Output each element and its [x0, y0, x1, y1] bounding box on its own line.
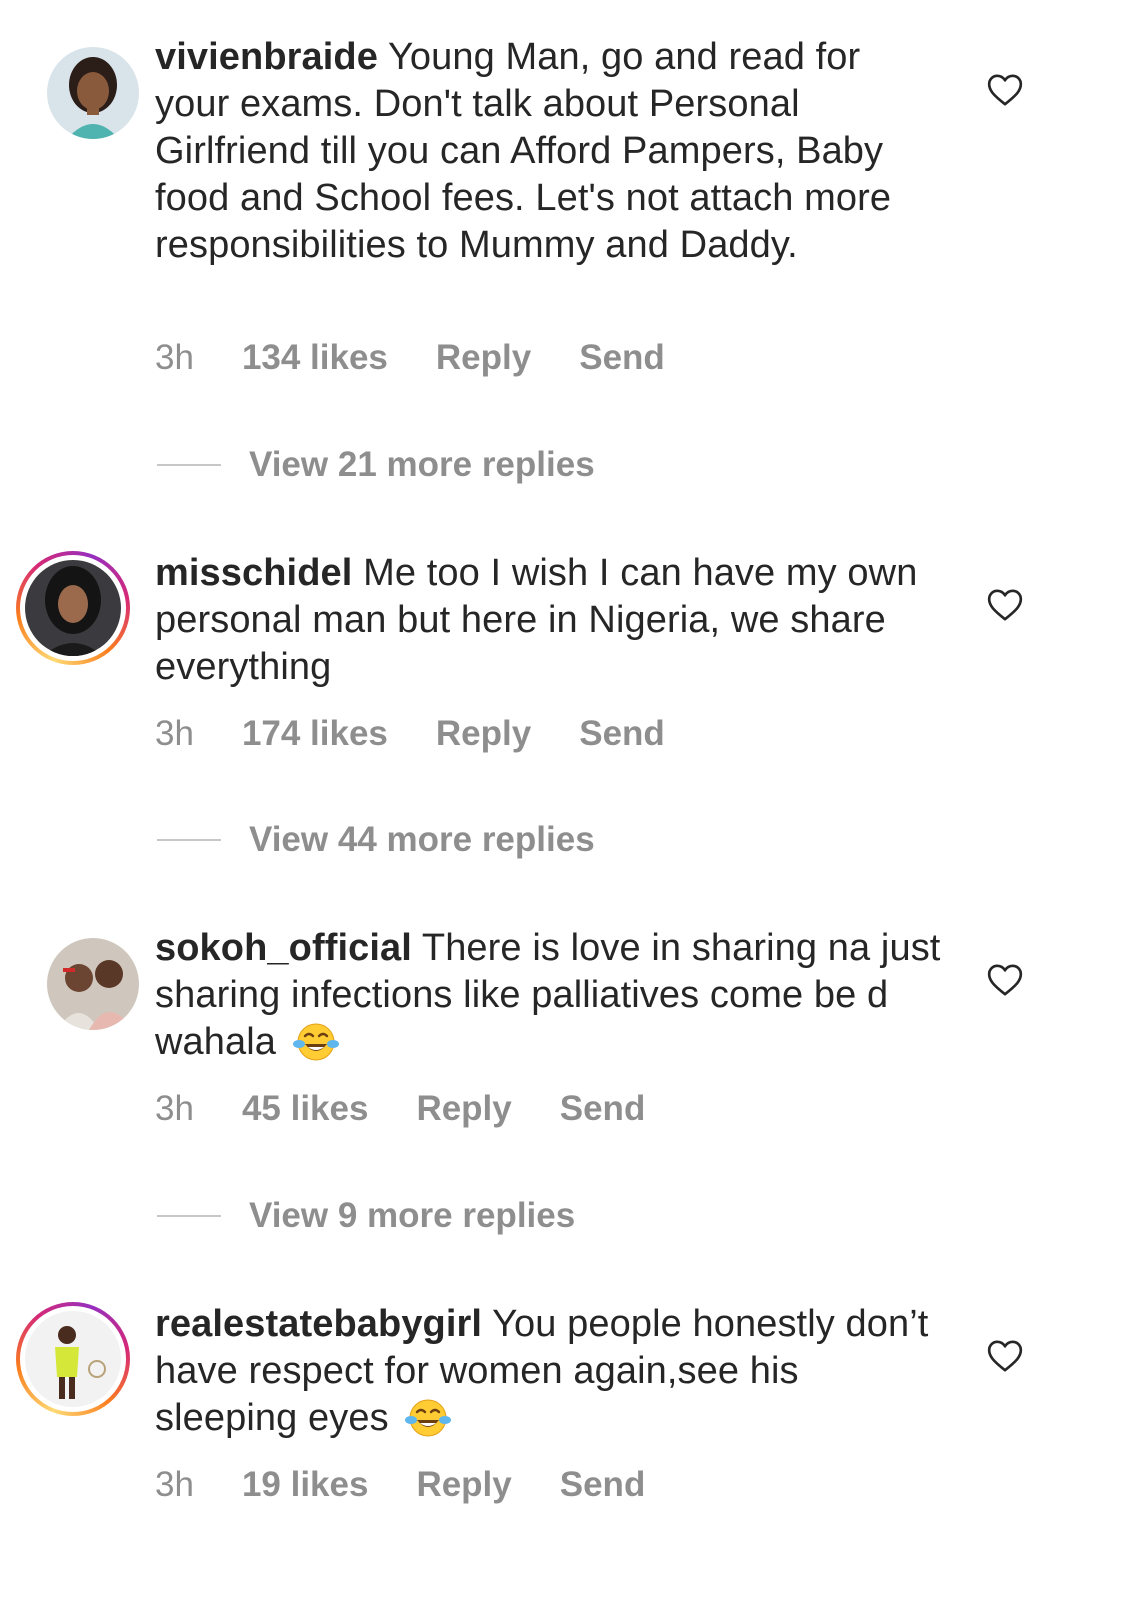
avatar-ring-inner [20, 555, 126, 661]
avatar-image [25, 1311, 121, 1407]
view-more-replies-button[interactable]: View 21 more replies [157, 445, 595, 485]
avatar[interactable] [36, 927, 150, 1041]
comment-username[interactable]: realestatebabygirl [155, 1303, 482, 1345]
likes-count-button[interactable]: 45 likes [242, 1089, 369, 1129]
comment-text: sokoh_official There is love in sharing … [155, 925, 945, 1066]
reply-button[interactable]: Reply [436, 714, 531, 754]
likes-count-button[interactable]: 134 likes [242, 338, 388, 378]
like-heart-icon[interactable] [985, 960, 1025, 1000]
comment-time: 3h [155, 714, 194, 753]
send-button[interactable]: Send [560, 1465, 646, 1505]
replies-divider-line [157, 839, 221, 841]
like-heart-icon[interactable] [985, 1336, 1025, 1376]
avatar-ring-inner [20, 1306, 126, 1412]
comment-text: vivienbraide Young Man, go and read for … [155, 34, 945, 269]
avatar-story-ring[interactable] [16, 551, 130, 665]
comment-meta: 3h 134 likes Reply Send [155, 338, 713, 378]
send-button[interactable]: Send [579, 714, 665, 754]
replies-divider-line [157, 1215, 221, 1217]
send-button[interactable]: Send [560, 1089, 646, 1129]
avatar-image [25, 560, 121, 656]
face-with-tears-of-joy-icon [405, 1399, 452, 1437]
reply-button[interactable]: Reply [416, 1465, 511, 1505]
comment-meta: 3h 19 likes Reply Send [155, 1465, 693, 1505]
reply-button[interactable]: Reply [416, 1089, 511, 1129]
face-with-tears-of-joy-icon [292, 1023, 339, 1061]
like-heart-icon[interactable] [985, 70, 1025, 110]
comment-text: realestatebabygirl You people honestly d… [155, 1301, 945, 1442]
view-more-replies-button[interactable]: View 9 more replies [157, 1196, 575, 1236]
comment-username[interactable]: vivienbraide [155, 36, 378, 78]
replies-divider-line [157, 464, 221, 466]
comment-meta: 3h 45 likes Reply Send [155, 1089, 693, 1129]
avatar-story-ring[interactable] [16, 1302, 130, 1416]
comment-time: 3h [155, 338, 194, 377]
comment-username[interactable]: sokoh_official [155, 927, 412, 969]
comment-time: 3h [155, 1089, 194, 1128]
avatar-image [47, 938, 139, 1030]
likes-count-button[interactable]: 174 likes [242, 714, 388, 754]
avatar-image [47, 47, 139, 139]
comment-username[interactable]: misschidel [155, 552, 352, 594]
reply-button[interactable]: Reply [436, 338, 531, 378]
avatar[interactable] [36, 36, 150, 150]
likes-count-button[interactable]: 19 likes [242, 1465, 369, 1505]
view-replies-label: View 44 more replies [249, 820, 595, 859]
view-replies-label: View 9 more replies [249, 1196, 576, 1235]
comment-time: 3h [155, 1465, 194, 1504]
view-more-replies-button[interactable]: View 44 more replies [157, 820, 595, 860]
view-replies-label: View 21 more replies [249, 445, 595, 484]
comment-meta: 3h 174 likes Reply Send [155, 714, 713, 754]
like-heart-icon[interactable] [985, 585, 1025, 625]
send-button[interactable]: Send [579, 338, 665, 378]
comment-text: misschidel Me too I wish I can have my o… [155, 550, 945, 691]
